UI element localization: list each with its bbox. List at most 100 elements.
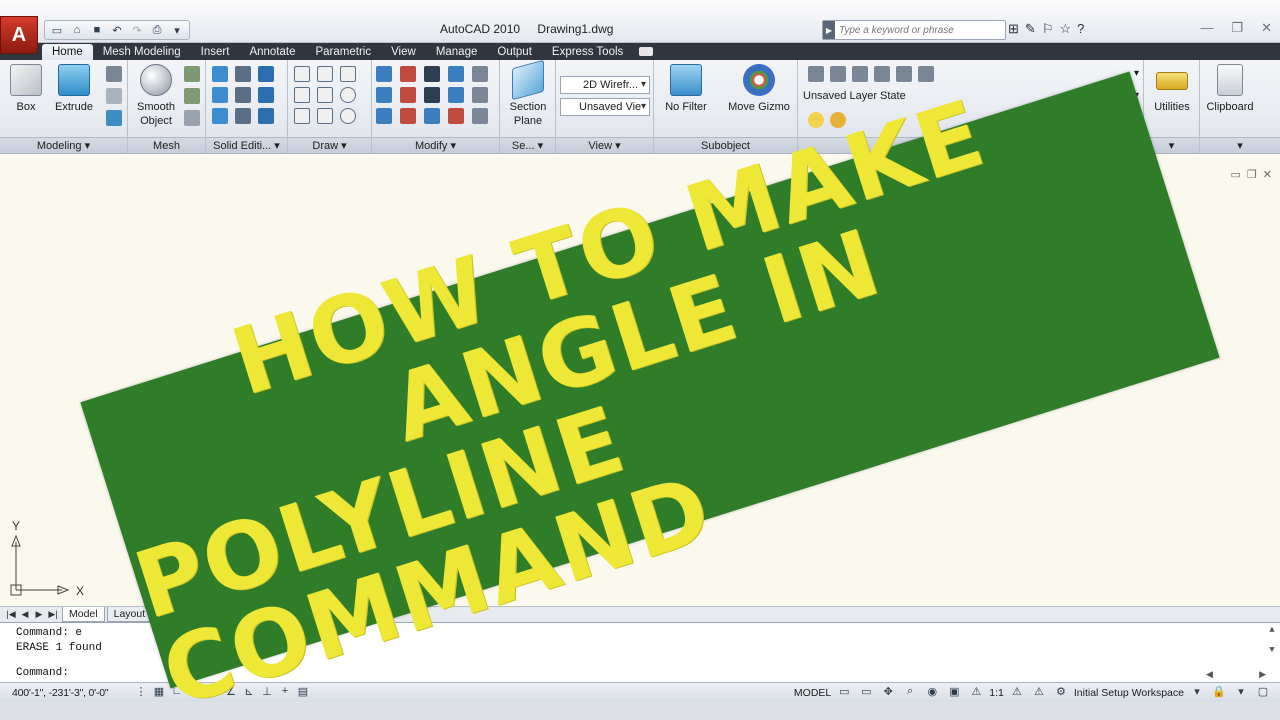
tab-model[interactable]: Model <box>62 607 105 622</box>
lock-icon[interactable]: 🔒 <box>1210 685 1228 701</box>
command-hscroll[interactable]: ◀ ▶ <box>1206 670 1266 680</box>
tab-manage[interactable]: Manage <box>426 44 488 60</box>
explode-icon[interactable] <box>472 108 488 124</box>
3d-rotate-icon[interactable] <box>400 66 416 82</box>
spline-icon[interactable] <box>294 87 310 103</box>
layer-match-icon[interactable] <box>852 66 868 82</box>
extrude-button[interactable]: Extrude <box>44 64 104 114</box>
subscription-icon[interactable]: ✎ <box>1025 21 1036 37</box>
annotation-scale-value[interactable]: 1:1 <box>989 687 1004 699</box>
layer-isolate-icon[interactable] <box>874 66 890 82</box>
fillet-icon[interactable] <box>400 87 416 103</box>
erase-icon[interactable] <box>448 108 464 124</box>
intersect-icon[interactable] <box>258 66 274 82</box>
rotate-icon[interactable] <box>424 87 440 103</box>
circle-icon[interactable] <box>340 87 356 103</box>
command-scrollbar[interactable]: ▲ ▼ <box>1264 625 1280 665</box>
restore-icon[interactable]: ❐ <box>1231 20 1243 36</box>
showmotion-icon[interactable]: ▣ <box>945 685 963 701</box>
mirror-icon[interactable] <box>376 87 392 103</box>
open-icon[interactable]: ⌂ <box>69 22 85 38</box>
snap-icon[interactable]: ⋮ <box>132 685 150 701</box>
undo-icon[interactable]: ↶ <box>109 22 125 38</box>
align-icon[interactable] <box>448 66 464 82</box>
smooth-more-icon[interactable] <box>184 66 200 82</box>
3d-polyline-icon[interactable] <box>317 66 333 82</box>
ellipse-icon[interactable] <box>340 108 356 124</box>
viewport-minimize-icon[interactable]: ▭ <box>1231 168 1241 181</box>
panel-label-view[interactable]: View ▾ <box>556 137 653 153</box>
quick-view-drawings-icon[interactable]: ▭ <box>857 685 875 701</box>
coordinate-readout[interactable]: 400'-1", -231'-3", 0'-0" <box>0 687 132 699</box>
panel-label-draw[interactable]: Draw ▾ <box>288 137 371 153</box>
loft-icon[interactable] <box>106 110 122 126</box>
extrude-faces-icon[interactable] <box>235 108 251 124</box>
infocenter-search[interactable]: ▶ <box>822 20 1006 40</box>
separate-icon[interactable] <box>258 108 274 124</box>
tab-parametric[interactable]: Parametric <box>305 44 381 60</box>
smooth-object-button[interactable]: Smooth Object <box>126 64 186 128</box>
new-icon[interactable]: ▭ <box>49 22 65 38</box>
minimize-icon[interactable]: — <box>1200 20 1213 36</box>
panel-label-section[interactable]: Se... ▾ <box>500 137 555 153</box>
slice-icon[interactable] <box>235 87 251 103</box>
chamfer-icon[interactable] <box>472 87 488 103</box>
subtract-icon[interactable] <box>235 66 251 82</box>
status-menu-icon[interactable]: ▾ <box>1232 685 1250 701</box>
communication-icon[interactable]: ⚐ <box>1042 21 1054 37</box>
steeringwheel-icon[interactable]: ◉ <box>923 685 941 701</box>
workspace-switch[interactable]: Initial Setup Workspace <box>1074 687 1184 699</box>
extract-edges-icon[interactable] <box>212 108 228 124</box>
refine-mesh-icon[interactable] <box>184 110 200 126</box>
copy-icon[interactable] <box>376 108 392 124</box>
line-icon[interactable] <box>317 87 333 103</box>
layer-dropdown-arrow-icon[interactable]: ▾ <box>1134 68 1139 79</box>
grid-icon[interactable]: ▦ <box>150 685 168 701</box>
zoom-icon[interactable]: ⌕ <box>901 685 919 701</box>
search-collapse-icon[interactable]: ▶ <box>823 21 835 39</box>
close-icon[interactable]: ✕ <box>1261 20 1272 36</box>
pan-icon[interactable]: ✥ <box>879 685 897 701</box>
viewport-restore-icon[interactable]: ❐ <box>1247 168 1257 181</box>
tab-output[interactable]: Output <box>487 44 542 60</box>
sweep-icon[interactable] <box>106 88 122 104</box>
layer-previous-icon[interactable] <box>830 66 846 82</box>
polyline-icon[interactable] <box>294 66 310 82</box>
tab-annotate[interactable]: Annotate <box>239 44 305 60</box>
annotation-visibility-icon[interactable]: ⚠ <box>1008 685 1026 701</box>
utilities-button[interactable]: Utilities <box>1142 64 1202 114</box>
layer-off-icon[interactable] <box>918 66 934 82</box>
first-layout-icon[interactable]: |◀ <box>4 609 18 620</box>
visual-style-dropdown[interactable]: 2D Wirefr... <box>560 76 650 94</box>
save-icon[interactable]: ■ <box>89 22 105 38</box>
clipboard-button[interactable]: Clipboard <box>1200 64 1260 114</box>
tab-mesh-modeling[interactable]: Mesh Modeling <box>93 44 191 60</box>
move-gizmo-button[interactable]: Move Gizmo <box>724 64 794 114</box>
application-menu-button[interactable]: A <box>0 16 38 54</box>
scale-icon[interactable] <box>448 87 464 103</box>
redo-icon[interactable]: ↷ <box>129 22 145 38</box>
panel-label-clipboard[interactable]: ▾ <box>1200 137 1280 153</box>
command-prompt[interactable]: Command: <box>16 667 69 679</box>
layer-state-label[interactable]: Unsaved Layer State <box>803 90 906 102</box>
arc-icon[interactable] <box>340 66 356 82</box>
tab-express-tools[interactable]: Express Tools <box>542 44 633 60</box>
model-space-toggle[interactable]: MODEL <box>794 687 831 699</box>
clean-screen-icon[interactable]: ▢ <box>1254 685 1272 701</box>
ribbon-minimize-toggle[interactable] <box>639 47 654 56</box>
next-layout-icon[interactable]: ▶ <box>32 609 46 620</box>
move-icon[interactable] <box>424 66 440 82</box>
3d-move-icon[interactable] <box>376 66 392 82</box>
panel-label-modify[interactable]: Modify ▾ <box>372 137 499 153</box>
union-icon[interactable] <box>212 66 228 82</box>
plot-icon[interactable]: ⎙ <box>149 22 165 38</box>
presspull-icon[interactable] <box>106 66 122 82</box>
search-input[interactable] <box>835 24 1000 36</box>
tab-home[interactable]: Home <box>42 44 93 60</box>
array-icon[interactable] <box>472 66 488 82</box>
saved-view-dropdown[interactable]: Unsaved Vie <box>560 98 650 116</box>
workspace-dropdown-icon[interactable]: ▾ <box>1188 685 1206 701</box>
no-filter-button[interactable]: No Filter <box>656 64 716 114</box>
panel-label-mesh[interactable]: Mesh <box>128 137 205 153</box>
binoculars-icon[interactable]: ⊞ <box>1008 21 1019 37</box>
